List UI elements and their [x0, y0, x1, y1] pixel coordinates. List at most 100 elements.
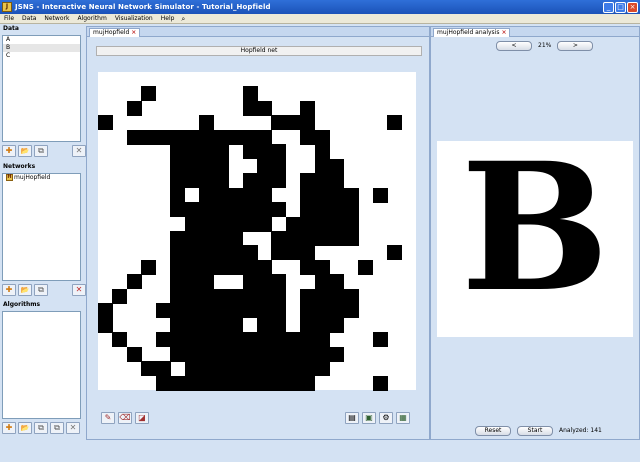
grid-cell-on[interactable]: [141, 129, 157, 145]
grid-cell-on[interactable]: [170, 346, 186, 362]
grid-cell-on[interactable]: [314, 173, 330, 189]
grid-cell-on[interactable]: [242, 216, 258, 232]
grid-cell-on[interactable]: [257, 187, 272, 203]
grid-cell-on[interactable]: [242, 288, 258, 304]
grid-cell-on[interactable]: [257, 375, 272, 391]
grid-cell-on[interactable]: [184, 274, 200, 290]
grid-cell-on[interactable]: [184, 144, 200, 160]
grid-cell-on[interactable]: [228, 216, 244, 232]
grid-cell-on[interactable]: [228, 202, 244, 218]
grid-cell-on[interactable]: [213, 187, 229, 203]
data-item-b[interactable]: B: [3, 44, 80, 52]
grid-cell-on[interactable]: [184, 303, 200, 319]
grid-cell-on[interactable]: [242, 361, 258, 377]
grid-cell-on[interactable]: [242, 129, 258, 145]
grid-cell-on[interactable]: [300, 288, 316, 304]
grid-cell-on[interactable]: [314, 144, 330, 160]
grid-cell-on[interactable]: [199, 158, 215, 174]
grid-cell-on[interactable]: [329, 202, 345, 218]
grid-cell-on[interactable]: [300, 317, 316, 333]
grid-cell-on[interactable]: [285, 375, 301, 391]
grid-cell-on[interactable]: [170, 274, 186, 290]
grid-cell-on[interactable]: [228, 288, 244, 304]
save-pattern-button[interactable]: ▣: [362, 412, 376, 424]
grid-cell-on[interactable]: [271, 202, 287, 218]
grid-cell-on[interactable]: [257, 288, 272, 304]
grid-cell-on[interactable]: [141, 361, 157, 377]
new-network-button[interactable]: ✚: [2, 284, 16, 296]
grid-cell-on[interactable]: [314, 361, 330, 377]
prev-button[interactable]: <: [496, 41, 532, 51]
grid-cell-on[interactable]: [98, 317, 113, 333]
new-algorithm-button[interactable]: ✚: [2, 422, 16, 434]
data-list[interactable]: A B C: [2, 35, 81, 142]
grid-cell-on[interactable]: [184, 288, 200, 304]
tab-network[interactable]: mujHopfield ×: [89, 28, 141, 37]
grid-cell-on[interactable]: [184, 173, 200, 189]
grid-cell-on[interactable]: [228, 187, 244, 203]
start-button[interactable]: Start: [517, 426, 553, 436]
grid-cell-on[interactable]: [314, 288, 330, 304]
grid-cell-on[interactable]: [184, 375, 200, 391]
grid-cell-on[interactable]: [199, 274, 215, 290]
grid-cell-on[interactable]: [387, 245, 403, 261]
menu-algorithm[interactable]: Algorithm: [73, 14, 110, 24]
grid-cell-on[interactable]: [314, 187, 330, 203]
grid-cell-on[interactable]: [329, 274, 345, 290]
grid-cell-on[interactable]: [271, 173, 287, 189]
grid-cell-on[interactable]: [285, 361, 301, 377]
grid-cell-on[interactable]: [199, 115, 215, 131]
grid-cell-on[interactable]: [184, 346, 200, 362]
grid-cell-on[interactable]: [199, 144, 215, 160]
grid-cell-on[interactable]: [98, 303, 113, 319]
grid-cell-on[interactable]: [213, 346, 229, 362]
grid-cell-on[interactable]: [314, 202, 330, 218]
grid-cell-on[interactable]: [228, 303, 244, 319]
grid-cell-on[interactable]: [300, 375, 316, 391]
maximize-button[interactable]: □: [615, 1, 626, 13]
grid-cell-on[interactable]: [329, 173, 345, 189]
tab-close-icon[interactable]: ×: [501, 29, 506, 36]
menu-data[interactable]: Data: [18, 14, 40, 24]
grid-cell-on[interactable]: [199, 245, 215, 261]
grid-cell-on[interactable]: [184, 361, 200, 377]
grid-cell-on[interactable]: [300, 231, 316, 246]
grid-cell-on[interactable]: [155, 129, 171, 145]
grid-cell-on[interactable]: [213, 173, 229, 189]
settings-button[interactable]: ⚙: [379, 412, 393, 424]
grid-cell-on[interactable]: [213, 216, 229, 232]
grid-cell-on[interactable]: [271, 115, 287, 131]
grid-cell-on[interactable]: [184, 245, 200, 261]
grid-cell-on[interactable]: [343, 216, 359, 232]
grid-cell-on[interactable]: [170, 144, 186, 160]
grid-cell-on[interactable]: [343, 288, 359, 304]
grid-cell-on[interactable]: [271, 158, 287, 174]
grid-cell-on[interactable]: [213, 317, 229, 333]
tab-close-icon[interactable]: ×: [131, 29, 136, 36]
grid-cell-on[interactable]: [314, 129, 330, 145]
grid-cell-on[interactable]: [343, 231, 359, 246]
open-algorithm-button[interactable]: 📂: [18, 422, 32, 434]
copy-algorithm-button[interactable]: ⧉: [34, 422, 48, 434]
delete-algorithm-button[interactable]: ✕: [66, 422, 80, 434]
grid-cell-on[interactable]: [271, 361, 287, 377]
grid-cell-on[interactable]: [213, 231, 229, 246]
grid-cell-on[interactable]: [170, 288, 186, 304]
grid-cell-on[interactable]: [387, 115, 403, 131]
delete-network-button[interactable]: ✕: [72, 284, 86, 296]
grid-cell-on[interactable]: [112, 288, 128, 304]
grid-cell-on[interactable]: [228, 231, 244, 246]
grid-cell-on[interactable]: [300, 129, 316, 145]
grid-cell-on[interactable]: [228, 245, 244, 261]
grid-cell-on[interactable]: [314, 332, 330, 348]
grid-cell-on[interactable]: [184, 216, 200, 232]
grid-cell-on[interactable]: [314, 274, 330, 290]
grid-cell-on[interactable]: [170, 202, 186, 218]
menu-visualization[interactable]: Visualization: [111, 14, 157, 24]
grid-cell-on[interactable]: [228, 129, 244, 145]
grid-cell-on[interactable]: [155, 361, 171, 377]
grid-cell-on[interactable]: [285, 231, 301, 246]
grid-cell-on[interactable]: [170, 303, 186, 319]
grid-cell-on[interactable]: [213, 361, 229, 377]
grid-cell-on[interactable]: [199, 303, 215, 319]
